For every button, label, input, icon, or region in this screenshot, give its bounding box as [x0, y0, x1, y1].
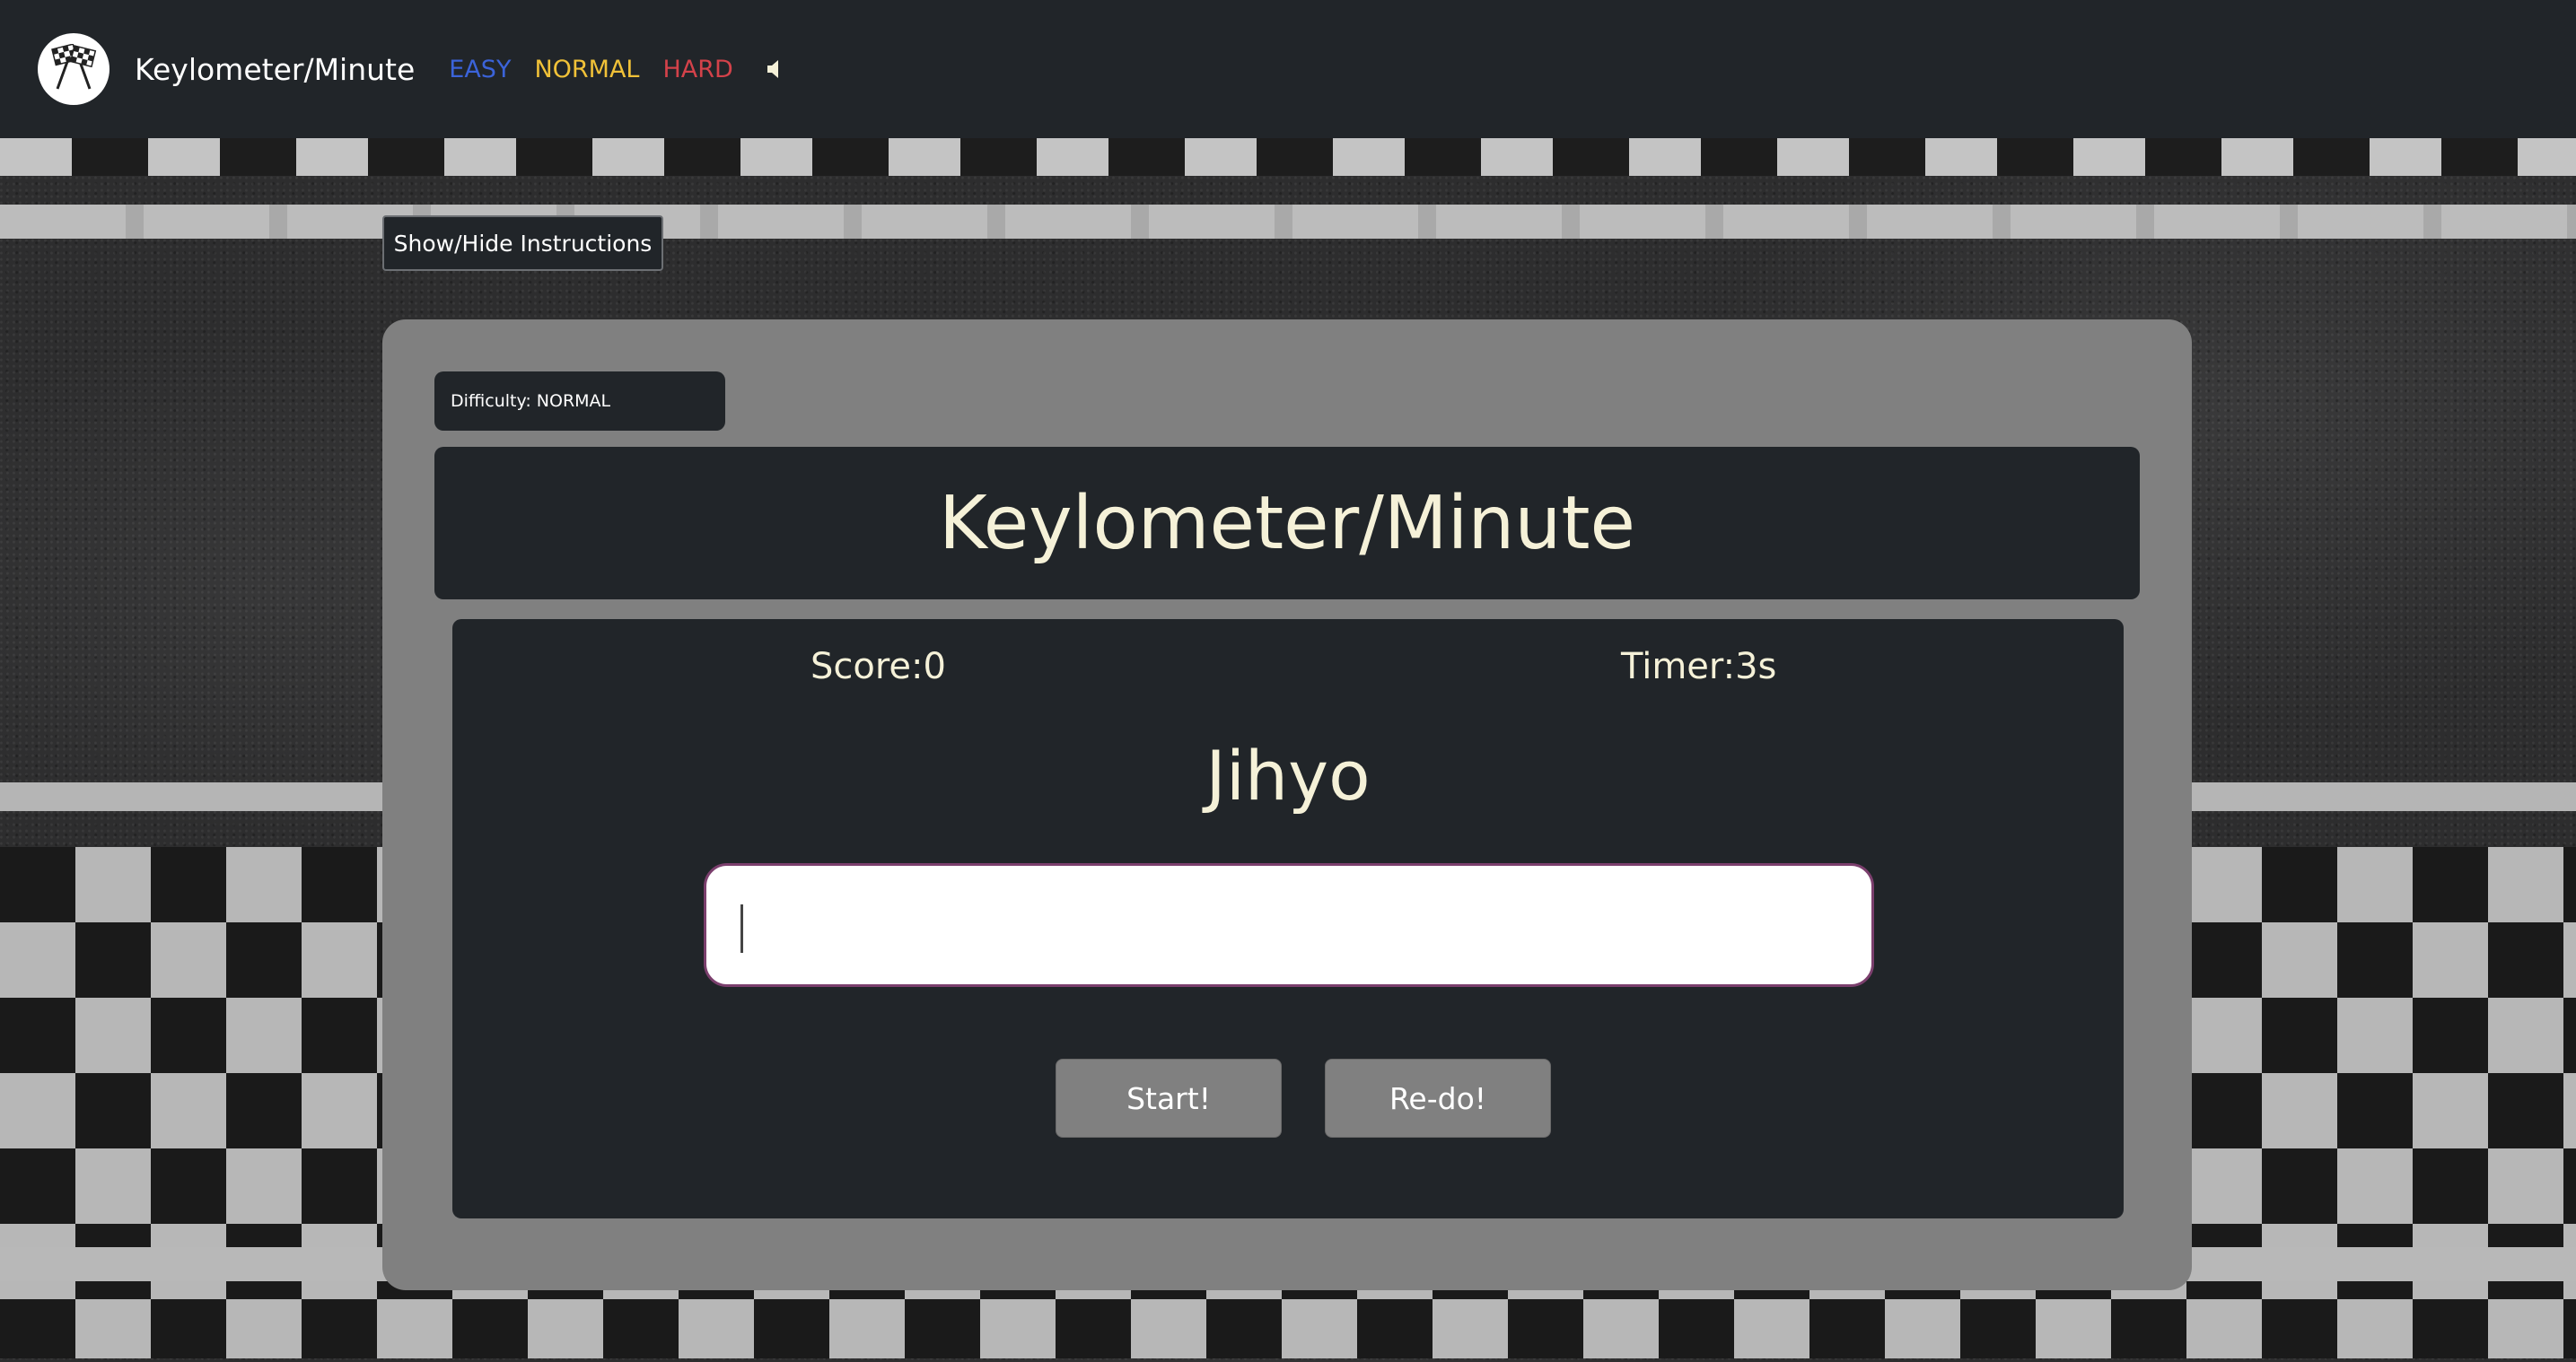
speaker-icon[interactable]: [766, 58, 784, 80]
game-panel: Score:0 Timer:3s Jihyo Start! Re-do!: [452, 619, 2124, 1218]
game-card: Difficulty: NORMAL Keylometer/Minute Sco…: [382, 319, 2192, 1290]
checker-strip-top: [0, 138, 2576, 176]
typing-input[interactable]: [704, 863, 1874, 987]
nav-easy-link[interactable]: EASY: [449, 56, 511, 83]
brand-title[interactable]: Keylometer/Minute: [135, 52, 415, 87]
difficulty-badge: Difficulty: NORMAL: [434, 371, 725, 431]
nav-normal-link[interactable]: NORMAL: [534, 56, 639, 83]
navbar: Keylometer/Minute EASY NORMAL HARD: [0, 0, 2576, 138]
start-button[interactable]: Start!: [1056, 1059, 1282, 1138]
redo-button[interactable]: Re-do!: [1325, 1059, 1551, 1138]
checkered-flags-icon[interactable]: [38, 33, 110, 105]
title-panel: Keylometer/Minute: [434, 447, 2140, 599]
page-title: Keylometer/Minute: [939, 480, 1635, 566]
show-hide-instructions-button[interactable]: Show/Hide Instructions: [382, 215, 663, 271]
timer-display: Timer:3s: [1621, 646, 1777, 687]
current-word: Jihyo: [1205, 736, 1371, 816]
nav-hard-link[interactable]: HARD: [662, 56, 732, 83]
score-display: Score:0: [810, 646, 946, 687]
text-caret: [740, 904, 743, 953]
